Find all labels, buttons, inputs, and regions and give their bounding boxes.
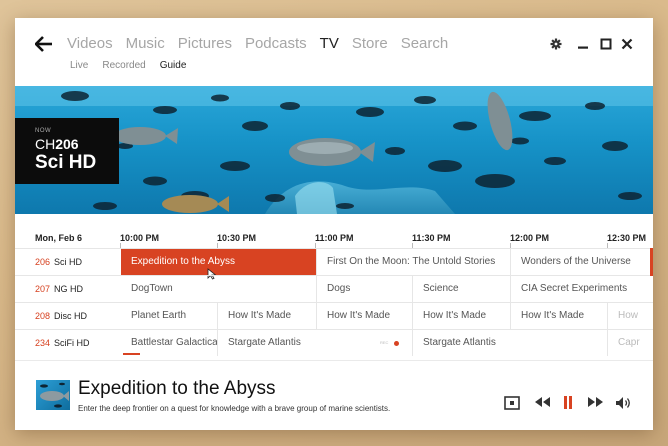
- program-cell[interactable]: How It's Made: [217, 303, 316, 329]
- record-dot-icon: [394, 341, 399, 346]
- nav-item-videos[interactable]: Videos: [67, 35, 113, 52]
- program-cell[interactable]: Planet Earth: [121, 303, 217, 329]
- channel-name: NG HD: [54, 284, 84, 294]
- subnav-guide[interactable]: Guide: [160, 60, 187, 71]
- thumbnail-fish-image: [40, 382, 69, 408]
- program-cell-selected[interactable]: Expedition to the Abyss: [121, 249, 316, 275]
- time-slot: 12:00 PM: [510, 233, 550, 243]
- channel-number: 234: [35, 338, 51, 348]
- guide-row: 206 Sci HD Expedition to the Abyss First …: [15, 248, 653, 280]
- program-cell[interactable]: How It's Made: [412, 303, 510, 329]
- channel-number: CH206: [35, 136, 79, 152]
- screen-icon[interactable]: [504, 396, 520, 410]
- program-cell[interactable]: Wonders of the Universe: [510, 249, 650, 275]
- maximize-icon[interactable]: [600, 38, 612, 50]
- program-cell[interactable]: Dogs: [316, 276, 412, 302]
- nav-item-music[interactable]: Music: [126, 35, 165, 52]
- program-cell[interactable]: Science: [412, 276, 510, 302]
- channel-number-value: 206: [55, 136, 79, 152]
- now-playing-title: Expedition to the Abyss: [78, 378, 276, 399]
- pause-icon[interactable]: [563, 396, 573, 409]
- nav-item-pictures[interactable]: Pictures: [178, 35, 232, 52]
- program-cell[interactable]: Capr: [607, 330, 650, 356]
- current-channel-badge: NOW CH206 Sci HD: [15, 118, 119, 184]
- program-guide: Mon, Feb 6 10:00 PM 10:30 PM 11:00 PM 11…: [15, 214, 653, 360]
- channel-label[interactable]: 234 SciFi HD: [35, 338, 90, 348]
- time-slot: 10:00 PM: [120, 233, 160, 243]
- now-label: NOW: [35, 128, 52, 134]
- guide-row: 207 NG HD DogTown Dogs Science CIA Secret…: [15, 275, 653, 302]
- channel-name: Disc HD: [54, 311, 88, 321]
- rewind-icon[interactable]: [534, 396, 551, 408]
- channel-number: 208: [35, 311, 51, 321]
- nav-item-search[interactable]: Search: [401, 35, 449, 52]
- minimize-icon[interactable]: [577, 38, 589, 50]
- nav-item-podcasts[interactable]: Podcasts: [245, 35, 307, 52]
- channel-name: Sci HD: [54, 257, 83, 267]
- main-nav: Videos Music Pictures Podcasts TV Store …: [67, 35, 448, 52]
- volume-icon[interactable]: [615, 396, 632, 410]
- nav-item-tv[interactable]: TV: [320, 35, 339, 52]
- program-cell[interactable]: First On the Moon: The Untold Stories: [316, 249, 510, 275]
- rec-label: REC: [380, 340, 389, 345]
- now-playing-description: Enter the deep frontier on a quest for k…: [78, 404, 391, 413]
- guide-date: Mon, Feb 6: [35, 233, 82, 243]
- program-thumbnail[interactable]: [36, 380, 70, 410]
- time-slot: 11:00 PM: [315, 233, 354, 243]
- time-slot: 11:30 PM: [412, 233, 451, 243]
- channel-name: Sci HD: [35, 152, 97, 173]
- program-cell[interactable]: How It's Made: [510, 303, 607, 329]
- program-cell[interactable]: Stargate Atlantis: [412, 330, 607, 356]
- nav-item-store[interactable]: Store: [352, 35, 388, 52]
- guide-scroll-indicator[interactable]: [650, 248, 653, 276]
- channel-name: SciFi HD: [54, 338, 90, 348]
- guide-row: 234 SciFi HD Battlestar Galactica Stargat…: [15, 329, 653, 356]
- program-cell[interactable]: How It's Made: [316, 303, 412, 329]
- channel-label[interactable]: 208 Disc HD: [35, 311, 87, 321]
- channel-label[interactable]: 207 NG HD: [35, 284, 83, 294]
- channel-number: 206: [35, 257, 51, 267]
- channel-number: 207: [35, 284, 51, 294]
- progress-indicator: [123, 353, 140, 355]
- app-window: Videos Music Pictures Podcasts TV Store …: [15, 18, 653, 430]
- subnav-recorded[interactable]: Recorded: [102, 60, 145, 71]
- channel-label[interactable]: 206 Sci HD: [35, 257, 82, 267]
- close-icon[interactable]: [621, 38, 633, 50]
- gear-icon[interactable]: [550, 38, 562, 50]
- time-slot: 12:30 PM: [607, 233, 647, 243]
- sub-nav: Live Recorded Guide: [70, 60, 186, 71]
- now-playing-bar: Expedition to the Abyss Enter the deep f…: [15, 360, 653, 430]
- program-cell[interactable]: How: [607, 303, 650, 329]
- time-slot: 10:30 PM: [217, 233, 257, 243]
- channel-prefix: CH: [35, 136, 56, 152]
- program-cell[interactable]: CIA Secret Experiments: [510, 276, 650, 302]
- back-arrow-icon[interactable]: [35, 36, 53, 52]
- live-video-preview[interactable]: NOW CH206 Sci HD: [15, 86, 653, 214]
- program-cell[interactable]: DogTown: [121, 276, 316, 302]
- guide-row: 208 Disc HD Planet Earth How It's Made Ho…: [15, 302, 653, 329]
- subnav-live[interactable]: Live: [70, 60, 88, 71]
- fast-forward-icon[interactable]: [587, 396, 604, 408]
